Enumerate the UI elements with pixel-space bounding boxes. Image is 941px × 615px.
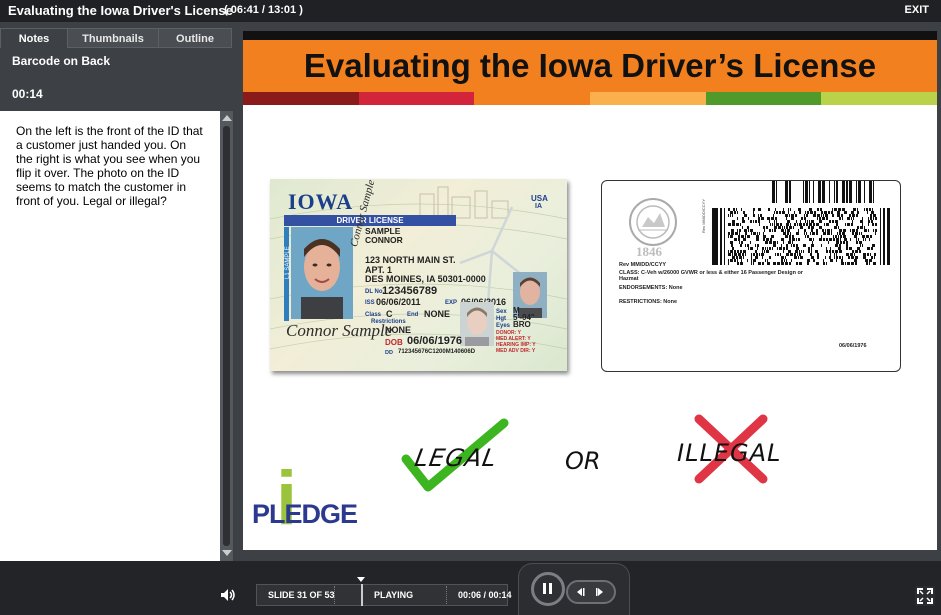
- slide-top-line: [243, 31, 937, 40]
- id-dl-number: 123456789: [382, 285, 438, 297]
- id-back-restrictions: RESTRICTIONS: None: [619, 299, 678, 305]
- tab-notes[interactable]: Notes: [0, 28, 68, 48]
- id-address-line-3: DES MOINES, IA 50301-0000: [365, 274, 486, 284]
- seek-progress-marker[interactable]: [361, 584, 363, 606]
- id-iss-date: 06/06/2011: [376, 297, 421, 307]
- scroll-up-arrow-icon[interactable]: [222, 115, 232, 121]
- slide-counter: SLIDE 31 OF 53: [268, 590, 335, 600]
- id-med-adv-dir: MED ADV DIR: Y: [496, 348, 536, 354]
- notes-scroll-thumb[interactable]: [223, 126, 230, 546]
- color-stripes: [243, 92, 937, 105]
- exit-button[interactable]: EXIT: [905, 4, 929, 16]
- current-slide-name: Barcode on Back: [12, 54, 111, 68]
- id-back-rev-vertical: Rev MM/DD/CCYY: [701, 198, 706, 233]
- stripe-2: [358, 92, 475, 105]
- iowa-seal-icon: [629, 198, 677, 246]
- stripe-5: [705, 92, 822, 105]
- id-back-rev: Rev MM/DD/CCYY: [619, 262, 667, 268]
- previous-slide-icon: [577, 588, 582, 596]
- id-dd-label: DD: [385, 350, 393, 356]
- nav-arrows: [577, 588, 603, 596]
- id-dd-value: 712345676C1200M140606D: [398, 349, 476, 355]
- notes-panel: On the left is the front of the ID that …: [0, 111, 220, 561]
- notes-text: On the left is the front of the ID that …: [16, 124, 203, 208]
- id-back-seal-year: 1846: [636, 244, 662, 259]
- volume-icon[interactable]: [220, 588, 236, 602]
- next-slide-icon: [598, 588, 603, 596]
- id-hgt-label: Hgt: [496, 316, 506, 322]
- id-card-back: 1846 Rev MM/DD/CCYY Rev MM/DD/CCYY CLASS…: [601, 180, 901, 372]
- tab-outline[interactable]: Outline: [158, 28, 232, 48]
- id-usa-label: USA: [531, 194, 548, 203]
- pdf417-barcode: [712, 208, 890, 265]
- id-card-front: IOWA USA IA DRIVER LICENSE L1 SAMPLE Con…: [270, 179, 567, 371]
- stripe-1: [243, 92, 359, 105]
- id-end-value: NONE: [424, 309, 451, 319]
- seek-divider: [446, 586, 448, 604]
- id-signature: Connor Sample: [286, 321, 393, 340]
- current-slide-duration: 00:14: [12, 87, 43, 101]
- id-class-label: Class: [365, 312, 382, 318]
- sidebar-tabs: Notes Thumbnails Outline: [0, 28, 232, 48]
- id-end-label: End: [407, 312, 419, 318]
- id-first-name: CONNOR: [365, 235, 403, 245]
- slide-canvas: Evaluating the Iowa Driver’s License IOW…: [243, 31, 937, 550]
- id-main-photo: [291, 227, 353, 319]
- id-state-name: IOWA: [288, 189, 354, 214]
- id-sex-label: Sex: [496, 309, 507, 315]
- id-back-endorsements: ENDORSEMENTS: None: [619, 285, 683, 291]
- id-dob-label: DOB: [385, 338, 403, 347]
- id-exp-label: EXP: [445, 300, 458, 306]
- id-eyes-value: BRO: [513, 320, 531, 329]
- slide-title: Evaluating the Iowa Driver’s License: [303, 47, 877, 84]
- linear-barcode: [772, 181, 874, 203]
- scroll-down-arrow-icon[interactable]: [222, 550, 232, 556]
- id-state-abbr: IA: [535, 203, 542, 210]
- id-dob-value: 06/06/1976: [407, 335, 463, 347]
- course-title: Evaluating the Iowa Driver's License: [8, 3, 233, 18]
- id-back-date: 06/06/1976: [839, 343, 867, 349]
- id-header: DRIVER LICENSE: [336, 216, 404, 225]
- id-back-class: CLASS: C-Veh w/26000 GVWR or less & eith…: [619, 270, 804, 282]
- id-ghost-photo-2: [460, 302, 494, 346]
- id-iss-label: ISS: [365, 300, 375, 306]
- playback-time: 00:06 / 00:14: [458, 590, 512, 600]
- elapsed-timer: ( 06:41 / 13:01 ): [224, 4, 303, 16]
- option-illegal[interactable]: ILLEGAL: [677, 439, 781, 467]
- stripe-6: [821, 92, 937, 105]
- pause-button[interactable]: [531, 572, 565, 606]
- stripe-3: [474, 92, 591, 105]
- slide-navigation[interactable]: [566, 580, 616, 604]
- tab-thumbnails[interactable]: Thumbnails: [67, 28, 159, 48]
- pause-icon: [543, 583, 552, 594]
- id-eyes-label: Eyes: [496, 323, 511, 329]
- logo-pledge: PLEDGE: [252, 499, 358, 529]
- fullscreen-icon[interactable]: [914, 585, 936, 607]
- playhead-icon[interactable]: [357, 577, 365, 582]
- id-address-line-1: 123 NORTH MAIN ST.: [365, 255, 456, 265]
- id-class-value: C: [386, 309, 393, 319]
- option-legal[interactable]: LEGAL: [413, 444, 500, 472]
- option-or: OR: [565, 447, 601, 475]
- playback-state: PLAYING: [374, 590, 414, 600]
- stripe-4: [590, 92, 706, 105]
